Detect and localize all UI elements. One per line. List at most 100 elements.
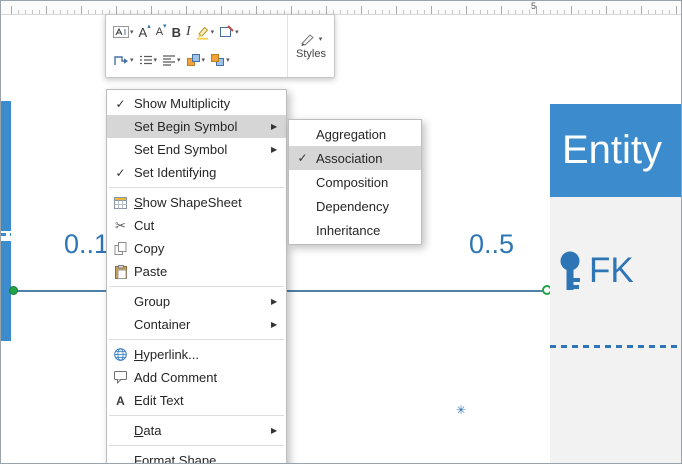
entity-dashed-divider	[550, 345, 681, 348]
bold-button[interactable]: B	[170, 20, 183, 44]
submenu-item-inheritance[interactable]: Inheritance	[289, 218, 421, 242]
highlight-button[interactable]: ▾	[194, 20, 217, 44]
align-button[interactable]: ▾	[160, 48, 183, 72]
menu-item-show-multiplicity[interactable]: ✓ Show Multiplicity	[107, 92, 286, 115]
copy-icon	[114, 242, 127, 255]
menu-item-hyperlink[interactable]: Hyperlink...	[107, 343, 286, 366]
menu-item-format-shape[interactable]: Format Shape	[107, 449, 286, 463]
left-entity-shape-top[interactable]	[1, 101, 11, 231]
chevron-down-icon: ▾	[130, 57, 134, 64]
entity-title: Entity	[562, 128, 663, 172]
check-icon: ✓	[297, 151, 308, 165]
chevron-down-icon: ▾	[201, 57, 206, 64]
submenu-arrow-icon: ▶	[271, 122, 278, 131]
text-style-button[interactable]: ▾	[111, 20, 136, 44]
multiplicity-label-left: 0..1	[64, 229, 110, 259]
bold-icon: B	[171, 24, 181, 40]
menu-item-cut[interactable]: ✂ Cut	[107, 214, 286, 237]
shape-outline-icon	[220, 25, 234, 37]
left-entity-dashed-divider	[1, 233, 11, 236]
connector-tool-button[interactable]: ▾	[111, 48, 136, 72]
menu-item-add-comment[interactable]: Add Comment	[107, 366, 286, 389]
shrink-font-button[interactable]: A ▾	[154, 20, 169, 44]
send-back-icon	[211, 54, 225, 66]
italic-button[interactable]: I	[184, 20, 193, 44]
chevron-down-icon: ▾	[235, 29, 239, 36]
up-caret-icon: ▴	[147, 23, 151, 30]
menu-item-set-begin-symbol[interactable]: Set Begin Symbol ▶	[107, 115, 286, 138]
chevron-down-icon: ▾	[177, 57, 181, 64]
submenu-item-dependency[interactable]: Dependency	[289, 194, 421, 218]
highlighter-icon	[196, 26, 208, 40]
entity-shape-header[interactable]: Entity	[550, 104, 681, 197]
submenu-item-association[interactable]: ✓ Association	[289, 146, 421, 170]
connector-begin-point[interactable]	[9, 286, 18, 295]
align-lines-icon	[163, 55, 176, 66]
mini-toolbar: ▾ A ▴ A ▾ B I ▾ ▾ ▾ ▾ ▾ ▾ ▾ ▾ Styles	[105, 14, 335, 78]
menu-separator	[109, 187, 284, 188]
context-menu: ✓ Show Multiplicity Set Begin Symbol ▶ S…	[106, 89, 287, 463]
comment-bubble-icon	[114, 371, 127, 384]
submenu-item-aggregation[interactable]: Aggregation	[289, 122, 421, 146]
connector-icon	[114, 56, 128, 65]
submenu-arrow-icon: ▶	[271, 145, 278, 154]
check-icon: ✓	[115, 165, 126, 180]
foreign-key-icon	[559, 251, 585, 304]
horizontal-ruler	[1, 1, 681, 15]
menu-item-set-identifying[interactable]: ✓ Set Identifying	[107, 161, 286, 184]
styles-pen-icon	[300, 33, 314, 46]
menu-item-show-shapesheet[interactable]: Show ShapeSheet	[107, 191, 286, 214]
multiplicity-label-right: 0..5	[469, 229, 515, 259]
mini-toolbar-buttons: ▾ A ▴ A ▾ B I ▾ ▾ ▾ ▾ ▾ ▾ ▾	[106, 15, 287, 77]
down-caret-icon: ▾	[163, 23, 167, 30]
menu-item-group[interactable]: Group ▶	[107, 290, 286, 313]
paste-icon	[114, 264, 127, 279]
check-icon: ✓	[115, 96, 126, 111]
submenu-arrow-icon: ▶	[271, 426, 278, 435]
chevron-down-icon: ▾	[210, 29, 215, 36]
grow-font-button[interactable]: A ▴	[137, 20, 153, 44]
chevron-down-icon: ▾	[226, 57, 230, 64]
text-box-icon	[113, 26, 129, 38]
submenu-arrow-icon: ▶	[271, 320, 278, 329]
menu-item-container[interactable]: Container ▶	[107, 313, 286, 336]
styles-button-label: Styles	[296, 47, 326, 60]
edit-text-a-icon: A	[116, 393, 125, 408]
menu-separator	[109, 286, 284, 287]
ruler-major-ticks	[11, 6, 681, 14]
styles-button-top: ▾	[300, 33, 323, 46]
chevron-down-icon: ▾	[153, 57, 158, 64]
hyperlink-globe-icon	[114, 348, 127, 361]
send-to-back-button[interactable]: ▾	[208, 48, 232, 72]
bring-to-front-button[interactable]: ▾	[184, 48, 208, 72]
scissors-icon: ✂	[115, 218, 126, 233]
visio-drawing-window: 5 0..1 0..5 Entity FK ✳ ▾ A ▴ A ▾ B I ▾ …	[0, 0, 682, 464]
styles-button[interactable]: ▾ Styles	[287, 15, 334, 77]
fk-label: FK	[589, 251, 634, 290]
chevron-down-icon: ▾	[318, 36, 323, 43]
mini-toolbar-row-2: ▾ ▾ ▾ ▾ ▾	[111, 48, 286, 73]
begin-symbol-submenu: Aggregation ✓ Association Composition De…	[288, 119, 422, 245]
menu-item-data[interactable]: Data ▶	[107, 419, 286, 442]
bullets-button[interactable]: ▾	[137, 48, 160, 72]
chevron-down-icon: ▾	[130, 29, 134, 36]
menu-item-set-end-symbol[interactable]: Set End Symbol ▶	[107, 138, 286, 161]
menu-item-edit-text[interactable]: A Edit Text	[107, 389, 286, 412]
menu-item-copy[interactable]: Copy	[107, 237, 286, 260]
menu-separator	[109, 445, 284, 446]
shrink-font-letter: A	[155, 25, 164, 38]
grow-font-letter: A	[138, 24, 148, 40]
list-icon	[139, 55, 152, 65]
italic-icon: I	[185, 24, 191, 39]
menu-separator	[109, 415, 284, 416]
menu-item-paste[interactable]: Paste	[107, 260, 286, 283]
connection-point-marker: ✳	[456, 403, 467, 417]
entity-shape-body[interactable]	[550, 197, 681, 463]
submenu-arrow-icon: ▶	[271, 297, 278, 306]
mini-toolbar-row-1: ▾ A ▴ A ▾ B I ▾ ▾	[111, 20, 286, 45]
ruler-number-5: 5	[531, 1, 537, 11]
menu-separator	[109, 339, 284, 340]
submenu-item-composition[interactable]: Composition	[289, 170, 421, 194]
shape-style-button[interactable]: ▾	[217, 20, 241, 44]
shapesheet-icon	[114, 196, 127, 209]
